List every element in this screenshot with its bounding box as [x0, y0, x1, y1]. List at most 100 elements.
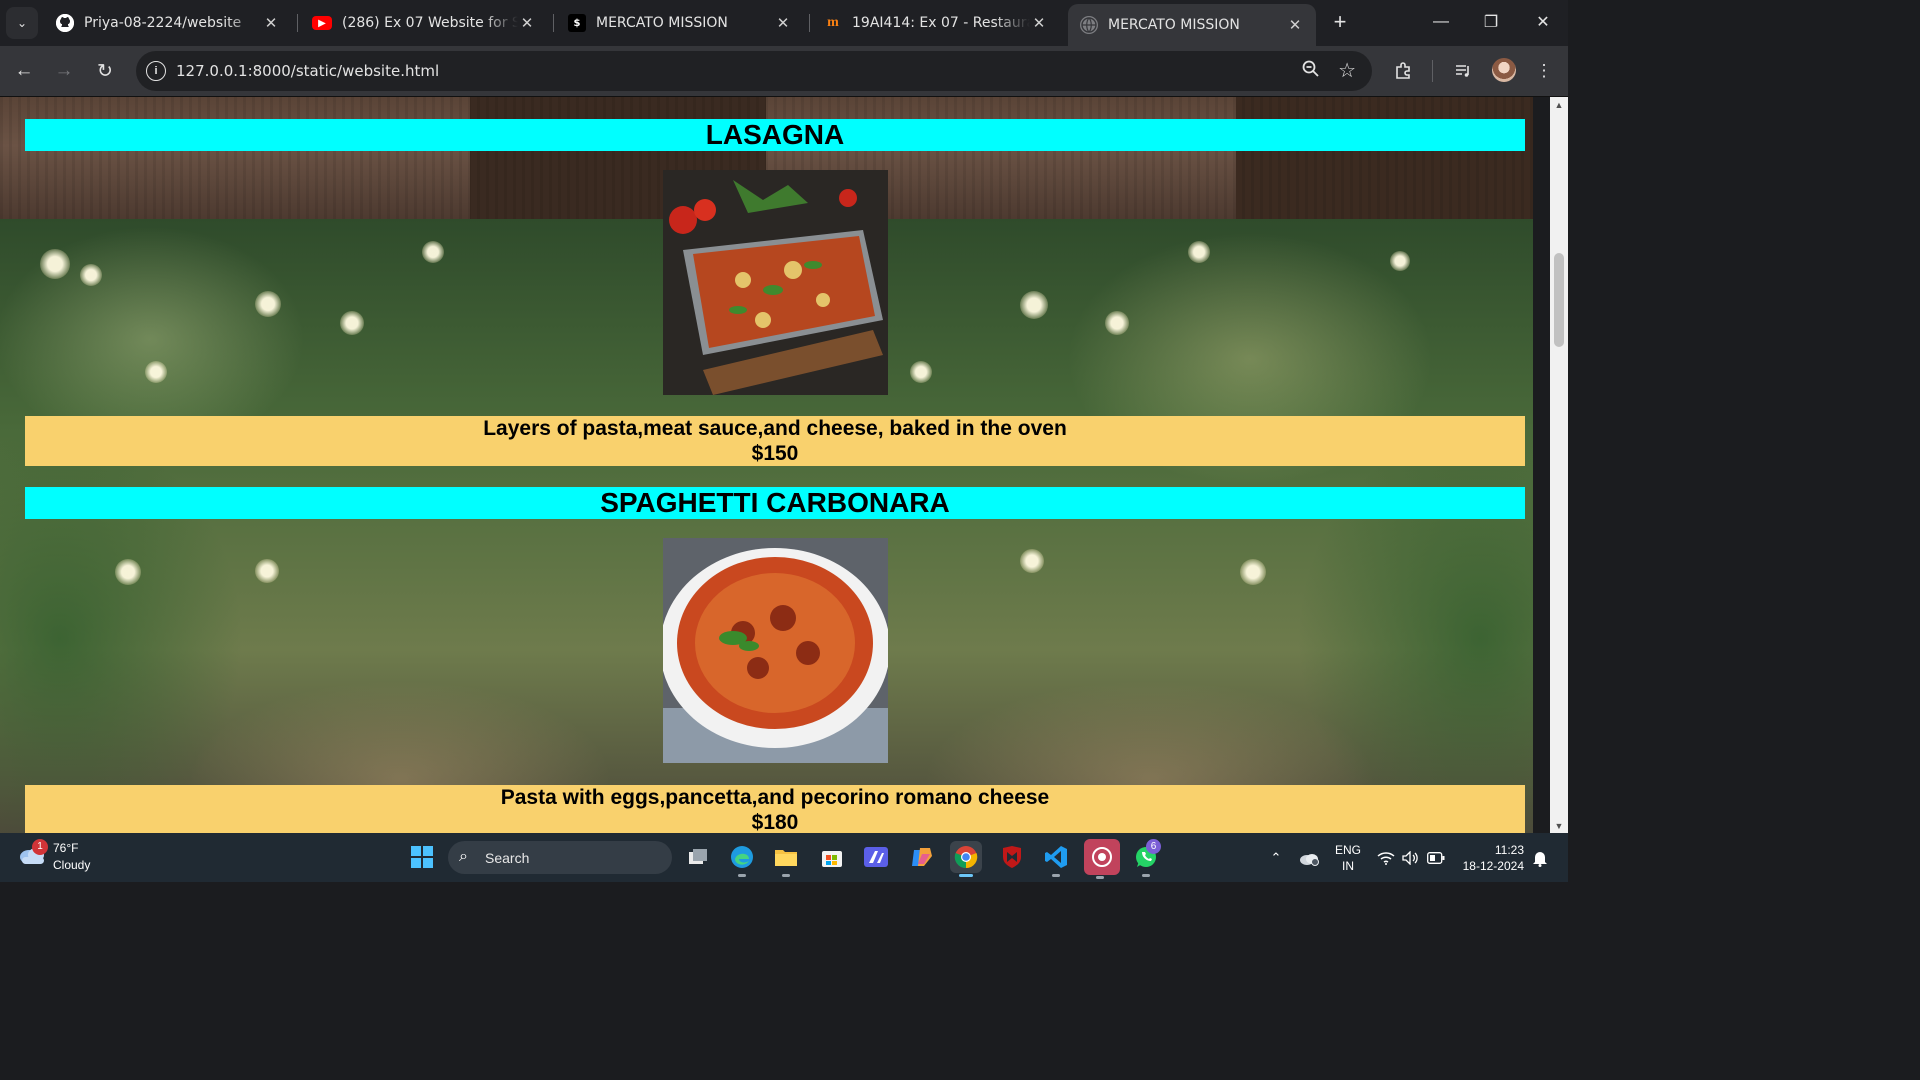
tab-search-button[interactable]: ⌄ — [6, 7, 38, 39]
menu-button[interactable]: ⋮ — [1528, 55, 1560, 87]
tab-mercato-1[interactable]: $ MERCATO MISSION ✕ — [556, 4, 804, 42]
lasagna-image — [663, 170, 888, 395]
shield-icon — [1003, 846, 1021, 868]
forward-button[interactable]: → — [48, 55, 80, 87]
app-icon — [864, 847, 888, 867]
url-text[interactable]: 127.0.0.1:8000/static/website.html — [176, 62, 439, 80]
scroll-up-icon[interactable]: ▲ — [1550, 97, 1568, 113]
close-icon[interactable]: ✕ — [1030, 14, 1048, 32]
minimize-button[interactable]: — — [1416, 6, 1466, 38]
address-bar[interactable]: i 127.0.0.1:8000/static/website.html ☆ — [136, 51, 1372, 91]
powerapp-app[interactable] — [860, 841, 892, 873]
bokeh-light — [1020, 549, 1044, 573]
scroll-down-icon[interactable]: ▼ — [1550, 818, 1568, 833]
close-icon[interactable]: ✕ — [518, 14, 536, 32]
running-indicator — [738, 874, 746, 877]
volume-tray[interactable] — [1401, 833, 1421, 882]
playlist-icon — [1456, 65, 1469, 77]
github-icon — [56, 14, 74, 32]
bokeh-light — [115, 559, 141, 585]
moodle-icon: m — [827, 15, 839, 30]
arrow-left-icon: ← — [14, 60, 34, 81]
task-view-icon — [689, 849, 707, 864]
show-hidden-icons-button[interactable]: ⌃ — [1266, 833, 1286, 882]
bell-icon — [1533, 851, 1547, 867]
tab-moodle[interactable]: m 19AI414: Ex 07 - Restaurant Website ✕ — [812, 4, 1060, 42]
file-explorer-app[interactable] — [770, 841, 802, 877]
dish-price: $180 — [751, 811, 799, 833]
copilot-app[interactable] — [906, 841, 938, 873]
taskbar-search[interactable]: ⌕ Search — [448, 841, 672, 874]
extensions-button[interactable] — [1387, 55, 1419, 87]
dish-description: Layers of pasta,meat sauce,and cheese, b… — [483, 417, 1067, 440]
dish-heading: SPAGHETTI CARBONARA — [25, 487, 1525, 519]
vscode-app[interactable] — [1040, 841, 1072, 877]
store-icon — [822, 851, 842, 867]
battery-tray[interactable] — [1425, 833, 1447, 882]
running-indicator — [1096, 876, 1104, 879]
tab-github[interactable]: Priya-08-2224/website ✕ — [44, 4, 292, 42]
clock-time: 11:23 — [1494, 843, 1524, 857]
tab-title: MERCATO MISSION — [1108, 17, 1240, 33]
bokeh-light — [1390, 251, 1410, 271]
reload-button[interactable]: ↻ — [89, 55, 121, 87]
chrome-icon — [954, 846, 978, 869]
back-button[interactable]: ← — [8, 55, 40, 87]
dish-description-box: Layers of pasta,meat sauce,and cheese, b… — [25, 416, 1525, 466]
tab-strip: ⌄ Priya-08-2224/website ✕ ▶ (286) Ex 07 … — [0, 0, 1568, 46]
kebab-menu-icon: ⋮ — [1535, 61, 1553, 80]
tab-youtube[interactable]: ▶ (286) Ex 07 Website for Software ✕ — [300, 4, 548, 42]
dish-description: Pasta with eggs,pancetta,and pecorino ro… — [500, 786, 1050, 809]
running-indicator — [1052, 874, 1060, 877]
bookmark-star-icon[interactable]: ☆ — [1338, 58, 1356, 83]
restore-button[interactable]: ❐ — [1466, 6, 1516, 38]
zoom-icon[interactable] — [1302, 60, 1320, 83]
page-scrollbar[interactable]: ▲ ▼ — [1550, 97, 1568, 833]
weather-condition[interactable]: Cloudy — [53, 858, 90, 872]
chrome-app[interactable] — [950, 841, 982, 877]
bokeh-light — [910, 361, 932, 383]
media-control-button[interactable] — [1447, 55, 1479, 87]
page-viewport: LASAGNA Layers of pasta,meat sauce,and c… — [0, 96, 1568, 833]
region-code: IN — [1342, 859, 1354, 873]
bokeh-light — [1240, 559, 1266, 585]
task-view-button[interactable] — [682, 841, 714, 873]
notifications-button[interactable] — [1530, 833, 1550, 882]
search-icon: ⌕ — [459, 848, 468, 865]
tab-title: (286) Ex 07 Website for Software — [342, 15, 518, 31]
start-button[interactable] — [406, 841, 438, 873]
running-indicator — [959, 874, 973, 877]
minimize-icon: — — [1433, 13, 1449, 30]
running-indicator — [782, 874, 790, 877]
language-indicator[interactable]: ENG IN — [1333, 842, 1363, 874]
tab-title: 19AI414: Ex 07 - Restaurant Website — [852, 15, 1030, 31]
close-window-button[interactable]: ✕ — [1518, 6, 1568, 38]
close-icon[interactable]: ✕ — [1286, 16, 1304, 34]
edge-app[interactable] — [726, 841, 758, 877]
profile-avatar[interactable] — [1492, 58, 1516, 82]
new-tab-button[interactable]: + — [1326, 8, 1354, 36]
globe-icon — [1080, 16, 1098, 34]
system-clock[interactable]: 11:23 18-12-2024 — [1456, 842, 1524, 874]
tab-mercato-active[interactable]: MERCATO MISSION ✕ — [1068, 4, 1316, 46]
store-app[interactable] — [816, 841, 848, 873]
scroll-thumb[interactable] — [1554, 253, 1564, 347]
whatsapp-badge: 6 — [1146, 839, 1161, 854]
recorder-app[interactable] — [1084, 839, 1120, 879]
wifi-tray[interactable] — [1376, 833, 1396, 882]
plus-icon: + — [1333, 9, 1347, 34]
speaker-icon — [1402, 850, 1418, 865]
close-icon[interactable]: ✕ — [262, 14, 280, 32]
bokeh-light — [40, 249, 70, 279]
tab-title: MERCATO MISSION — [596, 15, 728, 31]
weather-temperature[interactable]: 76°F — [53, 841, 78, 855]
mcafee-app[interactable] — [996, 841, 1028, 873]
dish-heading: LASAGNA — [25, 119, 1525, 151]
running-indicator — [1142, 874, 1150, 877]
close-icon[interactable]: ✕ — [774, 14, 792, 32]
copilot-icon — [912, 848, 932, 866]
onedrive-tray[interactable] — [1296, 833, 1322, 882]
tab-divider — [553, 14, 554, 32]
site-info-icon[interactable]: i — [146, 61, 166, 81]
app-icon: $ — [568, 14, 586, 32]
